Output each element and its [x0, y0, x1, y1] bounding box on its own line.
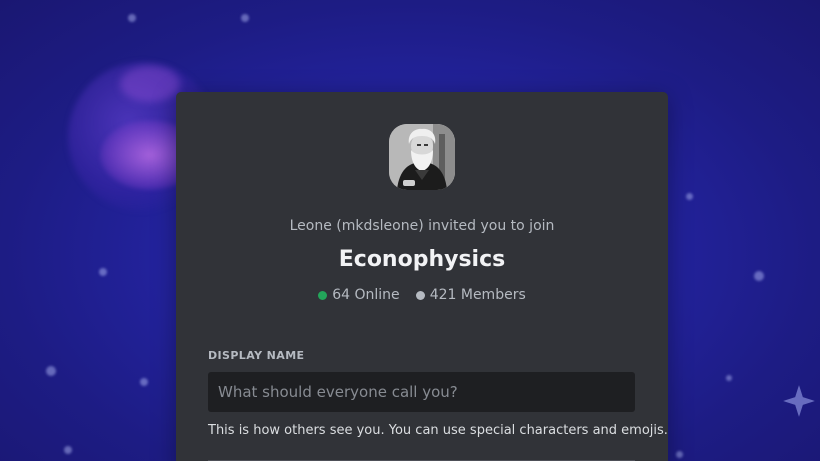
members-status-icon: [415, 290, 425, 300]
online-count-label: 64 Online: [332, 287, 400, 303]
background-star: [128, 14, 136, 22]
background-star: [676, 451, 683, 458]
background-star: [140, 378, 148, 386]
member-count-label: 421 Members: [429, 287, 526, 303]
server-icon: [389, 124, 455, 190]
display-name-help-text: This is how others see you. You can use …: [208, 423, 668, 438]
background-blob-highlight: [120, 66, 180, 102]
display-name-input[interactable]: [208, 372, 635, 412]
background-star: [64, 446, 72, 454]
background-star: [686, 193, 693, 200]
invite-card: Leone (mkdsleone) invited you to join Ec…: [176, 92, 668, 461]
background-star: [46, 366, 56, 376]
background-star: [754, 271, 764, 281]
background-star: [241, 14, 249, 22]
portrait-icon: [389, 124, 455, 190]
inviter-text: Leone (mkdsleone) invited you to join: [289, 218, 555, 234]
online-status-icon: [318, 290, 328, 300]
member-counts: 64 Online 421 Members: [176, 287, 668, 303]
member-count: 421 Members: [415, 287, 526, 303]
online-count: 64 Online: [318, 287, 400, 303]
display-name-label: DISPLAY NAME: [208, 349, 305, 362]
background-star: [726, 375, 732, 381]
server-name: Econophysics: [338, 247, 506, 272]
background-star: [99, 268, 107, 276]
sparkle-icon: [783, 385, 815, 417]
